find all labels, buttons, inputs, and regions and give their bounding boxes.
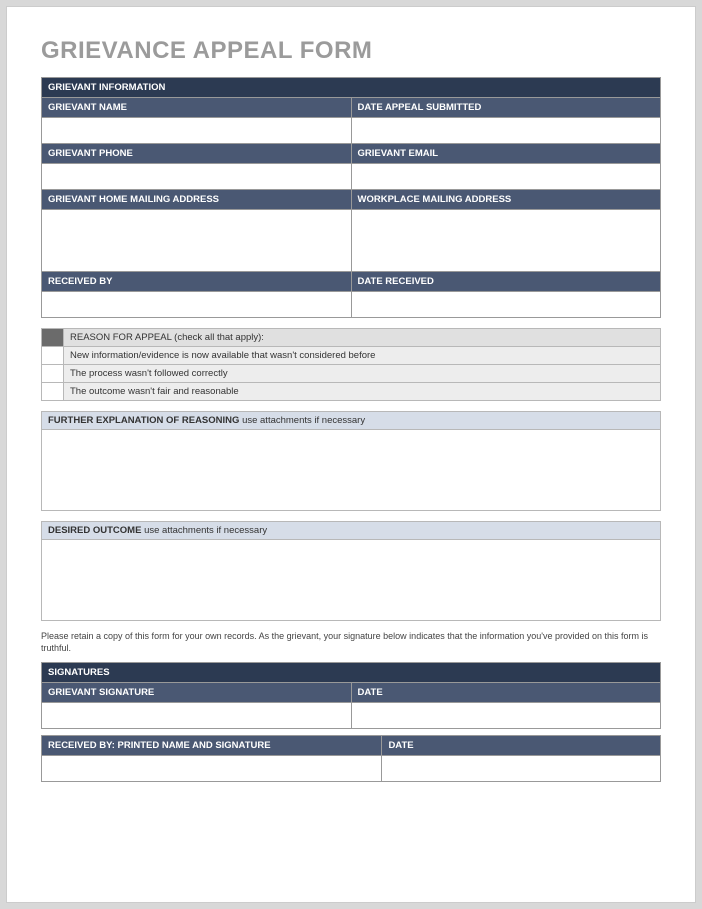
outcome-box: DESIRED OUTCOME use attachments if neces… xyxy=(41,521,661,621)
page: GRIEVANCE APPEAL FORM GRIEVANT INFORMATI… xyxy=(6,6,696,903)
received-by-table: RECEIVED BY: PRINTED NAME AND SIGNATURE … xyxy=(41,735,661,782)
section-header-signatures: SIGNATURES xyxy=(42,663,661,683)
input-grievant-signature[interactable] xyxy=(42,703,352,729)
section-header-grievant: GRIEVANT INFORMATION xyxy=(42,78,661,98)
input-date-submitted[interactable] xyxy=(351,118,661,144)
reason-2: The process wasn't followed correctly xyxy=(64,365,661,383)
label-grievant-signature: GRIEVANT SIGNATURE xyxy=(42,683,352,703)
input-date-received[interactable] xyxy=(351,292,661,318)
disclaimer-note: Please retain a copy of this form for yo… xyxy=(41,631,661,654)
reason-check-2[interactable] xyxy=(42,365,64,383)
form-title: GRIEVANCE APPEAL FORM xyxy=(41,37,661,65)
explanation-header: FURTHER EXPLANATION OF REASONING use att… xyxy=(42,412,660,430)
explanation-body[interactable] xyxy=(42,430,660,510)
label-work-address: WORKPLACE MAILING ADDRESS xyxy=(351,190,661,210)
explanation-title: FURTHER EXPLANATION OF REASONING xyxy=(48,415,239,426)
input-grievant-name[interactable] xyxy=(42,118,352,144)
label-sig-date-2: DATE xyxy=(382,736,661,756)
reasons-header: REASON FOR APPEAL (check all that apply)… xyxy=(64,329,661,347)
reason-1: New information/evidence is now availabl… xyxy=(64,347,661,365)
input-work-address[interactable] xyxy=(351,210,661,272)
outcome-body[interactable] xyxy=(42,540,660,620)
reason-check-3[interactable] xyxy=(42,383,64,401)
input-sig-date-1[interactable] xyxy=(351,703,661,729)
explanation-box: FURTHER EXPLANATION OF REASONING use att… xyxy=(41,411,661,511)
input-grievant-phone[interactable] xyxy=(42,164,352,190)
reasons-header-check xyxy=(42,329,64,347)
explanation-hint: use attachments if necessary xyxy=(242,415,365,426)
outcome-title: DESIRED OUTCOME xyxy=(48,525,141,536)
signatures-table: SIGNATURES GRIEVANT SIGNATURE DATE xyxy=(41,662,661,729)
label-grievant-name: GRIEVANT NAME xyxy=(42,98,352,118)
label-grievant-phone: GRIEVANT PHONE xyxy=(42,144,352,164)
label-received-by: RECEIVED BY xyxy=(42,272,352,292)
input-home-address[interactable] xyxy=(42,210,352,272)
outcome-header: DESIRED OUTCOME use attachments if neces… xyxy=(42,522,660,540)
input-received-by[interactable] xyxy=(42,292,352,318)
label-sig-date-1: DATE xyxy=(351,683,661,703)
grievant-info-table: GRIEVANT INFORMATION GRIEVANT NAME DATE … xyxy=(41,77,661,318)
label-date-submitted: DATE APPEAL SUBMITTED xyxy=(351,98,661,118)
reason-check-1[interactable] xyxy=(42,347,64,365)
reasons-table: REASON FOR APPEAL (check all that apply)… xyxy=(41,328,661,401)
input-received-by-sig[interactable] xyxy=(42,756,382,782)
outcome-hint: use attachments if necessary xyxy=(144,525,267,536)
label-date-received: DATE RECEIVED xyxy=(351,272,661,292)
label-home-address: GRIEVANT HOME MAILING ADDRESS xyxy=(42,190,352,210)
label-received-by-sig: RECEIVED BY: PRINTED NAME AND SIGNATURE xyxy=(42,736,382,756)
label-grievant-email: GRIEVANT EMAIL xyxy=(351,144,661,164)
input-grievant-email[interactable] xyxy=(351,164,661,190)
input-sig-date-2[interactable] xyxy=(382,756,661,782)
reason-3: The outcome wasn't fair and reasonable xyxy=(64,383,661,401)
